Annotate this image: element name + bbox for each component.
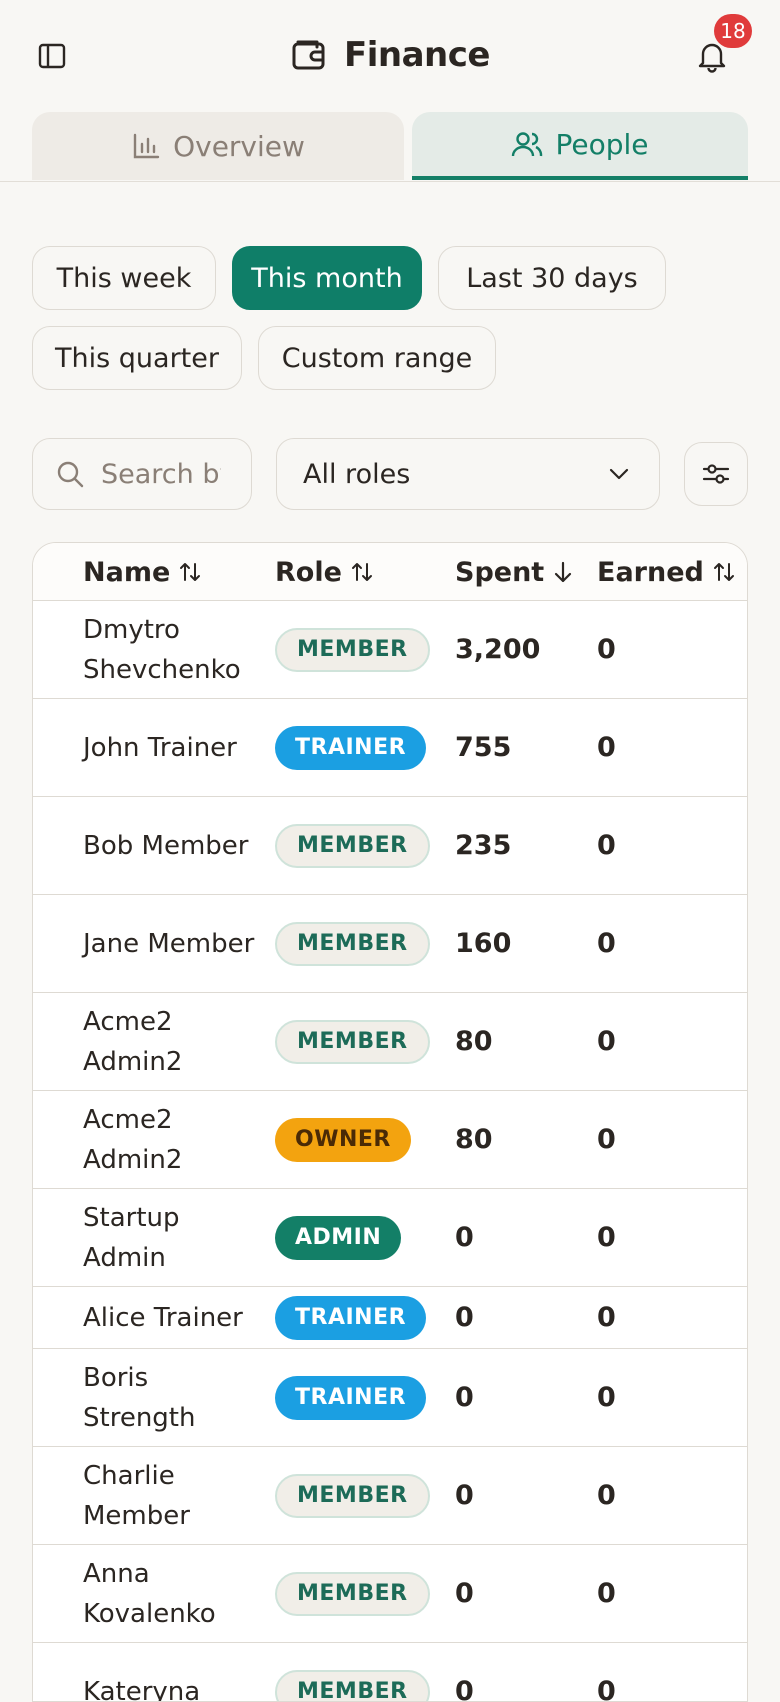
wallet-icon	[290, 36, 328, 74]
role-badge: MEMBER	[275, 1670, 430, 1702]
role-badge: OWNER	[275, 1118, 411, 1162]
column-header-earned[interactable]: Earned	[597, 543, 736, 601]
spent-value: 0	[455, 1447, 474, 1544]
earned-value: 0	[597, 1091, 616, 1188]
spent-value: 755	[455, 699, 511, 796]
table-row[interactable]: John Trainer TRAINER 755 0	[33, 699, 747, 797]
role-badge: TRAINER	[275, 726, 426, 770]
earned-value: 0	[597, 895, 616, 992]
table-row[interactable]: Kateryna MEMBER 0 0	[33, 1643, 747, 1702]
sort-icon	[350, 560, 374, 584]
spent-value: 80	[455, 993, 493, 1090]
spent-value: 235	[455, 797, 511, 894]
earned-value: 0	[597, 699, 616, 796]
table-row[interactable]: Anna Kovalenko MEMBER 0 0	[33, 1545, 747, 1643]
person-name: Dmytro Shevchenko	[83, 601, 263, 698]
arrow-down-icon	[552, 560, 574, 584]
role-badge: ADMIN	[275, 1216, 401, 1260]
search-field[interactable]	[32, 438, 252, 510]
person-name: Boris Strength	[83, 1349, 263, 1446]
role-badge: MEMBER	[275, 1572, 430, 1616]
person-name: Startup Admin	[83, 1189, 263, 1286]
role-badge: MEMBER	[275, 1020, 430, 1064]
role-badge: MEMBER	[275, 922, 430, 966]
spent-value: 3,200	[455, 601, 540, 698]
column-header-spent[interactable]: Spent	[455, 543, 574, 601]
spent-value: 160	[455, 895, 511, 992]
page-title-text: Finance	[344, 35, 490, 75]
notification-count-badge: 18	[714, 14, 752, 48]
column-header-name[interactable]: Name	[83, 543, 202, 601]
search-input[interactable]	[101, 459, 221, 490]
spent-value: 0	[455, 1643, 474, 1702]
table-row[interactable]: Startup Admin ADMIN 0 0	[33, 1189, 747, 1287]
tab-overview[interactable]: Overview	[32, 112, 404, 180]
app-header: Finance 18	[0, 0, 780, 110]
person-name: John Trainer	[83, 699, 263, 796]
tab-people[interactable]: People	[412, 112, 748, 180]
sort-icon	[178, 560, 202, 584]
chip-this-quarter[interactable]: This quarter	[32, 326, 242, 390]
sort-icon	[712, 560, 736, 584]
earned-value: 0	[597, 1643, 616, 1702]
table-row[interactable]: Jane Member MEMBER 160 0	[33, 895, 747, 993]
chip-this-month[interactable]: This month	[232, 246, 422, 310]
person-name: Anna Kovalenko	[83, 1545, 263, 1642]
table-row[interactable]: Charlie Member MEMBER 0 0	[33, 1447, 747, 1545]
role-select-value: All roles	[303, 459, 410, 490]
filter-row: All roles	[0, 438, 780, 510]
role-badge: MEMBER	[275, 1474, 430, 1518]
earned-value: 0	[597, 601, 616, 698]
earned-value: 0	[597, 1189, 616, 1286]
table-row[interactable]: Dmytro Shevchenko MEMBER 3,200 0	[33, 601, 747, 699]
column-header-role[interactable]: Role	[275, 543, 374, 601]
spent-value: 80	[455, 1091, 493, 1188]
tab-bar: Overview People	[0, 112, 780, 182]
sliders-icon	[701, 459, 731, 489]
tab-people-label: People	[555, 128, 648, 161]
spent-value: 0	[455, 1287, 474, 1348]
table-header: Name Role Spent Earned	[33, 543, 747, 601]
earned-value: 0	[597, 1349, 616, 1446]
users-icon	[511, 129, 543, 159]
role-badge: MEMBER	[275, 824, 430, 868]
tab-overview-label: Overview	[173, 130, 305, 163]
page-title: Finance	[0, 30, 780, 80]
chip-last-30-days[interactable]: Last 30 days	[438, 246, 666, 310]
people-table: Name Role Spent Earned	[32, 542, 748, 1702]
earned-value: 0	[597, 993, 616, 1090]
table-row[interactable]: Alice Trainer TRAINER 0 0	[33, 1287, 747, 1349]
person-name: Acme2 Admin2	[83, 1091, 263, 1188]
earned-value: 0	[597, 1287, 616, 1348]
earned-value: 0	[597, 797, 616, 894]
table-row[interactable]: Acme2 Admin2 MEMBER 80 0	[33, 993, 747, 1091]
chip-custom-range[interactable]: Custom range	[258, 326, 496, 390]
person-name: Alice Trainer	[83, 1287, 283, 1348]
advanced-filters-button[interactable]	[684, 442, 748, 506]
person-name: Bob Member	[83, 797, 263, 894]
person-name: Jane Member	[83, 895, 263, 992]
table-row[interactable]: Bob Member MEMBER 235 0	[33, 797, 747, 895]
role-select[interactable]: All roles	[276, 438, 660, 510]
search-icon	[55, 459, 85, 489]
chevron-down-icon	[607, 462, 631, 486]
chip-this-week[interactable]: This week	[32, 246, 216, 310]
spent-value: 0	[455, 1545, 474, 1642]
role-badge: TRAINER	[275, 1376, 426, 1420]
person-name: Charlie Member	[83, 1447, 263, 1544]
table-row[interactable]: Acme2 Admin2 OWNER 80 0	[33, 1091, 747, 1189]
role-badge: MEMBER	[275, 628, 430, 672]
earned-value: 0	[597, 1545, 616, 1642]
spent-value: 0	[455, 1189, 474, 1286]
earned-value: 0	[597, 1447, 616, 1544]
bar-chart-icon	[131, 131, 161, 161]
table-row[interactable]: Boris Strength TRAINER 0 0	[33, 1349, 747, 1447]
role-badge: TRAINER	[275, 1296, 426, 1340]
person-name: Kateryna	[83, 1643, 263, 1702]
person-name: Acme2 Admin2	[83, 993, 263, 1090]
spent-value: 0	[455, 1349, 474, 1446]
